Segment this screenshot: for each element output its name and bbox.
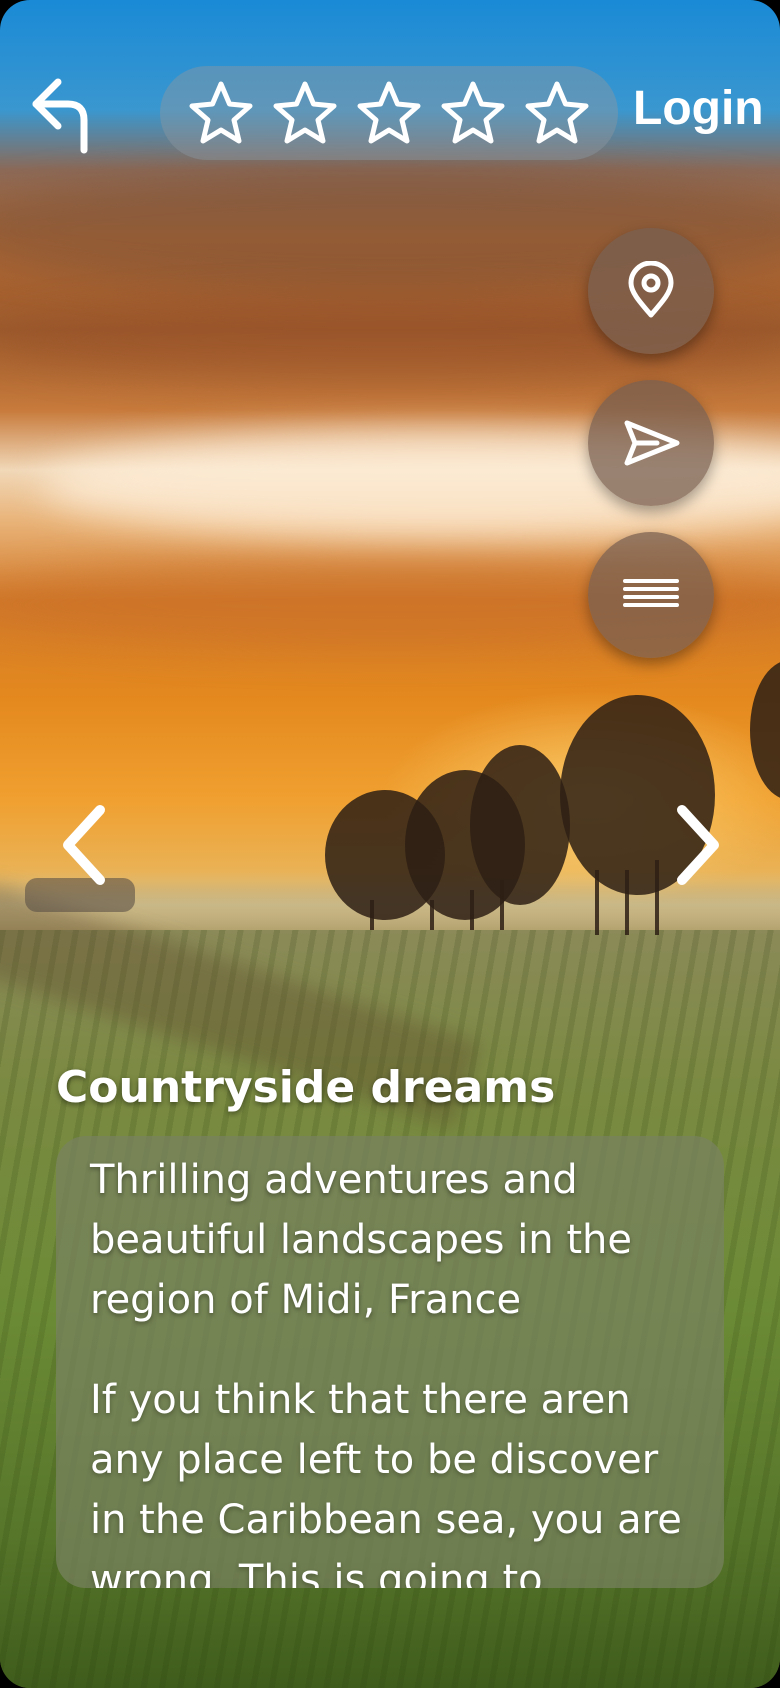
chevron-right-icon [677, 805, 719, 885]
next-slide-button[interactable] [668, 800, 728, 890]
description-card[interactable]: Thrilling adventures and beautiful lands… [56, 1136, 724, 1588]
star-icon[interactable] [438, 78, 508, 148]
star-icon[interactable] [186, 78, 256, 148]
location-button[interactable] [588, 228, 714, 354]
app-screen: Login Countryside dreams Thrilling adven… [0, 0, 780, 1688]
rating-stars [160, 66, 618, 160]
star-icon[interactable] [270, 78, 340, 148]
login-button[interactable]: Login [633, 74, 764, 144]
description-subtitle: Thrilling adventures and beautiful lands… [90, 1157, 633, 1323]
description-body: If you think that there aren any place l… [90, 1377, 682, 1588]
star-icon[interactable] [522, 78, 592, 148]
previous-slide-button[interactable] [56, 800, 116, 890]
back-button[interactable] [28, 70, 98, 160]
chevron-left-icon [63, 805, 105, 885]
paper-plane-icon [624, 420, 680, 466]
map-pin-icon [628, 261, 674, 318]
menu-lines-icon [623, 579, 679, 607]
page-title: Countryside dreams [56, 1062, 556, 1113]
menu-button[interactable] [588, 532, 714, 658]
star-icon[interactable] [354, 78, 424, 148]
back-arrow-icon [32, 78, 88, 154]
send-button[interactable] [588, 380, 714, 506]
